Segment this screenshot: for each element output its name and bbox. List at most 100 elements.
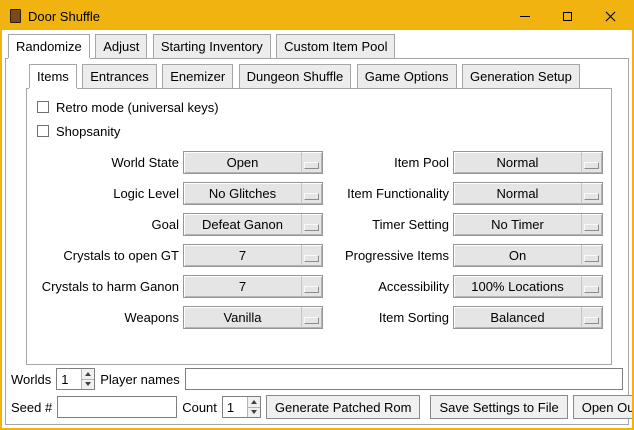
logic-level-value: No Glitches (184, 183, 301, 204)
shopsanity-label: Shopsanity (56, 124, 120, 139)
app-window: Door Shuffle Randomize Adjust Starting I… (0, 0, 634, 430)
accessibility-value: 100% Locations (454, 276, 581, 297)
accessibility-label: Accessibility (327, 279, 449, 294)
crystals-open-gt-label: Crystals to open GT (33, 248, 179, 263)
generate-rom-button[interactable]: Generate Patched Rom (266, 395, 421, 419)
save-settings-button[interactable]: Save Settings to File (430, 395, 567, 419)
tab-dungeon-shuffle[interactable]: Dungeon Shuffle (239, 64, 352, 88)
tab-enemizer[interactable]: Enemizer (162, 64, 233, 88)
worlds-row: Worlds Player names (11, 367, 623, 391)
accessibility-dropdown[interactable]: 100% Locations (453, 275, 603, 298)
dropdown-indicator-icon (581, 152, 602, 173)
item-functionality-value: Normal (454, 183, 581, 204)
item-functionality-label: Item Functionality (327, 186, 449, 201)
progressive-items-label: Progressive Items (327, 248, 449, 263)
close-button[interactable] (589, 2, 632, 30)
dropdown-indicator-icon (581, 183, 602, 204)
seed-input[interactable] (57, 396, 177, 418)
maximize-icon (563, 12, 572, 21)
count-spinbox[interactable] (222, 396, 261, 418)
maximize-button[interactable] (546, 2, 589, 30)
tab-adjust[interactable]: Adjust (95, 34, 147, 58)
logic-level-label: Logic Level (33, 186, 179, 201)
weapons-value: Vanilla (184, 307, 301, 328)
goal-dropdown[interactable]: Defeat Ganon (183, 213, 323, 236)
item-sorting-value: Balanced (454, 307, 581, 328)
weapons-dropdown[interactable]: Vanilla (183, 306, 323, 329)
dropdown-indicator-icon (301, 307, 322, 328)
crystals-open-gt-value: 7 (184, 245, 301, 266)
weapons-label: Weapons (33, 310, 179, 325)
settings-notebook: Items Entrances Enemizer Dungeon Shuffle… (26, 64, 612, 365)
count-input[interactable] (223, 397, 247, 417)
window-title: Door Shuffle (28, 9, 100, 24)
player-names-label: Player names (100, 372, 179, 387)
options-grid: World State Open Item Pool Normal Logic … (33, 151, 605, 329)
dropdown-indicator-icon (301, 245, 322, 266)
dropdown-indicator-icon (581, 214, 602, 235)
seed-label: Seed # (11, 400, 52, 415)
minimize-icon (520, 16, 530, 17)
tab-randomize[interactable]: Randomize (8, 34, 90, 58)
shopsanity-checkbox[interactable]: Shopsanity (37, 119, 605, 143)
spin-up-icon[interactable] (81, 369, 94, 379)
titlebar[interactable]: Door Shuffle (2, 2, 632, 30)
tab-generation-setup[interactable]: Generation Setup (462, 64, 580, 88)
timer-setting-dropdown[interactable]: No Timer (453, 213, 603, 236)
item-pool-dropdown[interactable]: Normal (453, 151, 603, 174)
timer-setting-label: Timer Setting (327, 217, 449, 232)
tab-starting-inventory[interactable]: Starting Inventory (153, 34, 271, 58)
logic-level-dropdown[interactable]: No Glitches (183, 182, 323, 205)
goal-value: Defeat Ganon (184, 214, 301, 235)
checkbox-unchecked-icon[interactable] (37, 125, 49, 137)
timer-setting-value: No Timer (454, 214, 581, 235)
dropdown-indicator-icon (581, 276, 602, 297)
worlds-spinbox[interactable] (56, 368, 95, 390)
open-output-button[interactable]: Open Output Directory (573, 395, 634, 419)
progressive-items-dropdown[interactable]: On (453, 244, 603, 267)
tab-game-options[interactable]: Game Options (357, 64, 457, 88)
close-icon (605, 11, 616, 22)
bottom-controls: Worlds Player names Seed # Count (6, 367, 628, 424)
main-tabstrip: Randomize Adjust Starting Inventory Cust… (5, 34, 629, 59)
world-state-label: World State (33, 155, 179, 170)
item-sorting-label: Item Sorting (327, 310, 449, 325)
window-content: Randomize Adjust Starting Inventory Cust… (2, 30, 632, 428)
item-pool-label: Item Pool (327, 155, 449, 170)
dropdown-indicator-icon (301, 276, 322, 297)
count-spin-buttons (247, 397, 260, 417)
dropdown-indicator-icon (301, 152, 322, 173)
tab-custom-item-pool[interactable]: Custom Item Pool (276, 34, 395, 58)
item-pool-value: Normal (454, 152, 581, 173)
goal-label: Goal (33, 217, 179, 232)
worlds-spin-buttons (81, 369, 94, 389)
worlds-input[interactable] (57, 369, 81, 389)
tab-entrances[interactable]: Entrances (82, 64, 157, 88)
sub-tabstrip: Items Entrances Enemizer Dungeon Shuffle… (26, 64, 612, 89)
tab-items[interactable]: Items (29, 64, 77, 88)
count-label: Count (182, 400, 217, 415)
app-icon[interactable] (10, 9, 21, 23)
minimize-button[interactable] (503, 2, 546, 30)
spin-up-icon[interactable] (247, 397, 260, 407)
crystals-harm-ganon-dropdown[interactable]: 7 (183, 275, 323, 298)
checkbox-unchecked-icon[interactable] (37, 101, 49, 113)
items-pane: Retro mode (universal keys) Shopsanity W… (26, 89, 612, 365)
spin-down-icon[interactable] (81, 379, 94, 390)
world-state-dropdown[interactable]: Open (183, 151, 323, 174)
retro-mode-label: Retro mode (universal keys) (56, 100, 219, 115)
player-names-input[interactable] (185, 368, 623, 390)
dropdown-indicator-icon (581, 307, 602, 328)
item-sorting-dropdown[interactable]: Balanced (453, 306, 603, 329)
worlds-label: Worlds (11, 372, 51, 387)
spin-down-icon[interactable] (247, 407, 260, 418)
item-functionality-dropdown[interactable]: Normal (453, 182, 603, 205)
crystals-open-gt-dropdown[interactable]: 7 (183, 244, 323, 267)
seed-row: Seed # Count Generate Patched Rom Save S… (11, 395, 623, 419)
retro-mode-checkbox[interactable]: Retro mode (universal keys) (37, 95, 605, 119)
dropdown-indicator-icon (581, 245, 602, 266)
randomize-pane: Items Entrances Enemizer Dungeon Shuffle… (5, 59, 629, 425)
crystals-harm-ganon-value: 7 (184, 276, 301, 297)
progressive-items-value: On (454, 245, 581, 266)
window-controls (503, 2, 632, 30)
